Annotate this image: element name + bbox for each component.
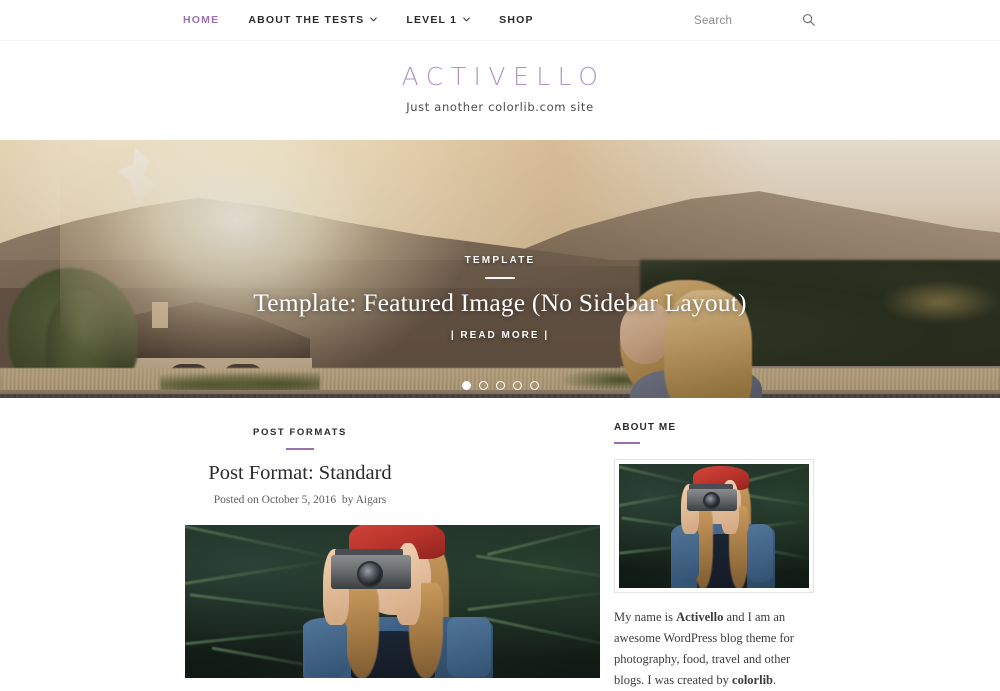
pine-frond — [467, 589, 600, 612]
slider-divider — [485, 277, 515, 279]
search-icon[interactable] — [802, 13, 816, 27]
widget-title: ABOUT ME — [614, 422, 677, 433]
post-article: POST FORMATS Post Format: Standard Poste… — [0, 422, 600, 678]
slider-dot-4[interactable] — [512, 381, 522, 390]
nav-item-level-1[interactable]: LEVEL 1 — [406, 14, 486, 26]
sidebar: ABOUT ME My name is Activello and I am a… — [600, 398, 1000, 691]
chevron-down-icon — [370, 16, 378, 23]
about-text-part-3: . — [773, 673, 777, 687]
widget-image — [619, 464, 809, 588]
photographer-hair-strand-left — [345, 585, 379, 678]
site-branding: Activello Just another colorlib.com site — [0, 41, 1000, 140]
widget-image-frame[interactable] — [614, 459, 814, 593]
nav-item-shop[interactable]: SHOP — [499, 14, 534, 26]
site-description: Just another colorlib.com site — [406, 99, 594, 114]
pine-frond — [619, 491, 691, 508]
site-title[interactable]: Activello — [395, 64, 606, 89]
nav-item-level-1-label: LEVEL 1 — [406, 14, 458, 26]
post-meta: Posted on October 5, 2016 by Aigars — [0, 494, 600, 506]
photographer-photo — [619, 464, 809, 588]
widget-about-text: My name is Activello and I am an awesome… — [614, 607, 810, 691]
photographer-sleeve-left — [673, 526, 699, 582]
road-foreground — [0, 394, 1000, 398]
content-area: POST FORMATS Post Format: Standard Poste… — [0, 398, 1000, 691]
widget-divider — [614, 442, 640, 444]
pine-frond — [482, 616, 600, 649]
photographer-sleeve-right — [747, 524, 773, 582]
slider-title[interactable]: Template: Featured Image (No Sidebar Lay… — [0, 288, 1000, 318]
widget-about-me: ABOUT ME My name is Activello and I am a… — [614, 422, 1000, 691]
camera-lens — [357, 561, 383, 587]
slider-dot-1[interactable] — [461, 381, 471, 390]
slider-pagination — [0, 381, 1000, 390]
post-date[interactable]: Posted on October 5, 2016 — [214, 494, 336, 506]
colorlib-link[interactable]: colorlib — [732, 673, 773, 687]
nav-item-home-label: HOME — [183, 14, 220, 26]
nav-item-about-the-tests-label: ABOUT THE TESTS — [248, 14, 365, 26]
pine-frond — [619, 464, 699, 487]
post-category[interactable]: POST FORMATS — [253, 427, 347, 438]
primary-navbar: HOME ABOUT THE TESTS LEVEL 1 SHOP — [0, 0, 1000, 41]
nav-item-shop-label: SHOP — [499, 14, 534, 26]
pine-frond — [486, 525, 600, 557]
pine-frond — [739, 464, 809, 485]
chevron-down-icon — [463, 16, 471, 23]
search-input[interactable] — [694, 14, 799, 27]
post-list: POST FORMATS Post Format: Standard Poste… — [0, 398, 600, 691]
pine-frond — [475, 554, 600, 583]
slider-read-more-button[interactable]: | READ MORE | — [451, 330, 549, 341]
photographer-photo — [185, 525, 600, 678]
about-text-part-1: My name is — [614, 610, 677, 624]
about-theme-name: Activello — [676, 610, 724, 624]
featured-slider[interactable]: TEMPLATE Template: Featured Image (No Si… — [0, 140, 1000, 398]
slider-category[interactable]: TEMPLATE — [465, 255, 536, 266]
post-category-divider — [286, 448, 314, 450]
post-title[interactable]: Post Format: Standard — [0, 462, 600, 485]
primary-nav-menu: HOME ABOUT THE TESTS LEVEL 1 SHOP — [183, 14, 534, 26]
slider-dot-5[interactable] — [529, 381, 539, 390]
slider-dot-3[interactable] — [495, 381, 505, 390]
nav-item-home[interactable]: HOME — [183, 14, 235, 26]
photographer-sleeve-right — [447, 617, 491, 677]
post-featured-image[interactable] — [185, 525, 600, 678]
nav-item-about-the-tests[interactable]: ABOUT THE TESTS — [248, 14, 393, 26]
post-author[interactable]: by Aigars — [342, 494, 386, 506]
slider-caption: TEMPLATE Template: Featured Image (No Si… — [0, 250, 1000, 343]
camera-lens — [703, 492, 720, 509]
search-form — [694, 0, 819, 41]
photographer-sleeve-left — [305, 619, 347, 677]
pine-frond — [185, 525, 344, 562]
slider-dot-2[interactable] — [478, 381, 488, 390]
pine-frond — [185, 559, 329, 586]
